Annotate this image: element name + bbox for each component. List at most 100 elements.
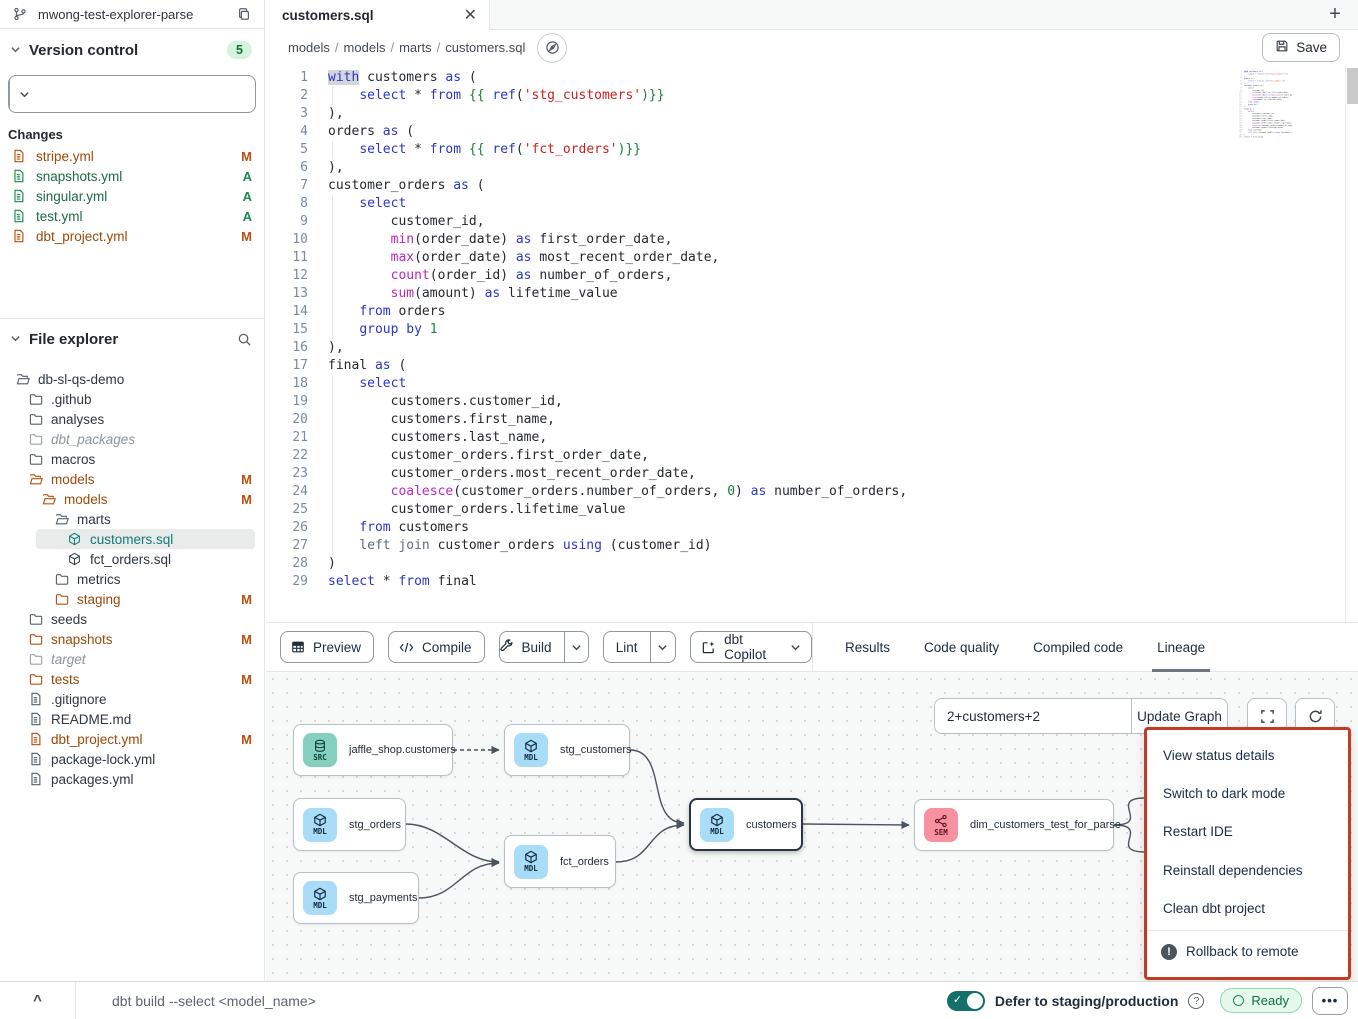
breadcrumb-segment[interactable]: customers.sql [445,40,525,55]
tree-item-models[interactable]: modelsM [0,469,264,489]
tree-item-db-sl-qs-demo[interactable]: db-sl-qs-demo [0,369,264,389]
tree-item-dbt-packages[interactable]: dbt_packages [0,429,264,449]
tree-item-marts[interactable]: marts [0,509,264,529]
breadcrumb-segment[interactable]: models [344,40,386,55]
panel-tab-code-quality[interactable]: Code quality [922,622,1001,672]
tree-item-snapshots[interactable]: snapshotsM [0,629,264,649]
command-input[interactable]: dbt build --select <model_name> [112,993,947,1009]
status-bar-right: ✓ Defer to staging/production ? Ready ••… [947,987,1358,1015]
preview-button[interactable]: Preview [280,631,374,663]
menu-item-reinstall-dependencies[interactable]: Reinstall dependencies [1147,851,1348,889]
menu-item-switch-to-dark-mode[interactable]: Switch to dark mode [1147,774,1348,812]
tree-item-readme-md[interactable]: README.md [0,709,264,729]
tree-item-models[interactable]: modelsM [0,489,264,509]
scrollbar-thumb[interactable] [1347,68,1358,104]
commit-options-caret[interactable] [9,76,39,112]
lint-options-caret[interactable] [650,632,676,662]
changed-file-name: snapshots.yml [36,169,122,184]
build-button[interactable]: Build [500,632,564,662]
changed-file-row[interactable]: snapshots.ymlA [0,166,264,186]
tree-item-customers-sql[interactable]: customers.sql [36,529,255,549]
tree-item-dbt-project-yml[interactable]: dbt_project.ymlM [0,729,264,749]
new-tab-button[interactable]: + [1312,0,1358,29]
tree-item-label: .github [51,392,92,407]
tab-customers-sql[interactable]: customers.sql ✕ [266,0,490,30]
tab-title: customers.sql [282,8,374,23]
line-number: 24 [266,483,308,501]
tree-item-analyses[interactable]: analyses [0,409,264,429]
changed-file-row[interactable]: dbt_project.ymlM [0,226,264,246]
sidebar: mwong-test-explorer-parse Version contro… [0,0,265,981]
help-icon[interactable]: ? [1188,993,1204,1009]
tree-item-label: fct_orders.sql [90,552,171,567]
file-explorer-title: File explorer [29,331,118,348]
tree-item-packages-yml[interactable]: packages.yml [0,769,264,789]
lineage-node-dim-customers-test-for-parse[interactable]: SEMdim_customers_test_for_parse [914,799,1114,851]
changed-file-name: stripe.yml [36,149,94,164]
tree-item--gitignore[interactable]: .gitignore [0,689,264,709]
changed-file-row[interactable]: stripe.ymlM [0,146,264,166]
panel-tab-lineage[interactable]: Lineage [1155,622,1207,672]
lint-button[interactable]: Lint [604,632,650,662]
folder-open-icon [42,493,57,505]
menu-item-view-status-details[interactable]: View status details [1147,736,1348,774]
line-number: 25 [266,501,308,519]
code-editor[interactable]: 1with customers as (2 select * from {{ r… [266,65,1358,622]
breadcrumb-segment[interactable]: models [288,40,330,55]
dbt-copilot-button[interactable]: dbt Copilot [690,631,812,663]
folder-icon [55,593,70,605]
lineage-panel[interactable]: SRCjaffle_shop.customers MDLstg_customers… [266,672,1358,981]
tree-item-fct-orders-sql[interactable]: fct_orders.sql [0,549,264,569]
tree-item-seeds[interactable]: seeds [0,609,264,629]
changed-file-row[interactable]: singular.ymlA [0,186,264,206]
close-tab-icon[interactable]: ✕ [464,5,477,25]
branch-name: mwong-test-explorer-parse [38,7,234,22]
save-button[interactable]: Save [1262,33,1340,62]
tree-item-macros[interactable]: macros [0,449,264,469]
model-icon: MDL [514,733,548,767]
tree-item-metrics[interactable]: metrics [0,569,264,589]
line-number: 19 [266,393,308,411]
tree-item-package-lock-yml[interactable]: package-lock.yml [0,749,264,769]
lineage-node-stg-customers[interactable]: MDLstg_customers [504,724,630,776]
tree-item-tests[interactable]: testsM [0,669,264,689]
lineage-node-customers[interactable]: MDLcustomers [689,798,803,851]
chevron-down-icon [10,331,21,348]
breadcrumb-separator: / [330,40,344,55]
minimap[interactable]: 1with customers as (2 select * from {{ r… [1236,70,1292,210]
minimap-content: 1with customers as (2 select * from {{ r… [1236,70,1292,138]
more-options-button[interactable]: ••• [1312,987,1348,1015]
status-circle-icon [1233,995,1244,1006]
panel-tab-results[interactable]: Results [843,622,892,672]
changes-label: Changes [0,113,264,146]
build-options-caret[interactable] [564,632,588,662]
search-icon[interactable] [234,329,254,349]
lineage-node-stg-orders[interactable]: MDLstg_orders [293,798,406,851]
compile-button[interactable]: Compile [388,631,485,663]
tree-item-staging[interactable]: stagingM [0,589,264,609]
file-icon [8,206,28,226]
editor-scrollbar[interactable] [1345,65,1358,622]
branch-row: mwong-test-explorer-parse [0,0,264,29]
menu-item-restart-ide[interactable]: Restart IDE [1147,813,1348,851]
lineage-filter-input[interactable]: 2+customers+2 [935,699,1131,733]
parse-status-button[interactable] [537,33,567,63]
panel-tab-compiled-code[interactable]: Compiled code [1031,622,1125,672]
changed-file-row[interactable]: test.ymlA [0,206,264,226]
check-icon: ✓ [953,993,962,1006]
line-number: 17 [266,357,308,375]
version-control-header[interactable]: Version control 5 [0,29,264,67]
menu-item-clean-dbt-project[interactable]: Clean dbt project [1147,889,1348,927]
file-explorer-header[interactable]: File explorer [0,319,264,357]
tree-item-label: packages.yml [51,772,134,787]
lineage-node-stg-payments[interactable]: MDLstg_payments [293,872,419,924]
tree-item-target[interactable]: target [0,649,264,669]
defer-toggle[interactable]: ✓ [947,991,985,1011]
lineage-node-fct-orders[interactable]: MDLfct_orders [504,835,616,888]
tree-item--github[interactable]: .github [0,389,264,409]
breadcrumb-segment[interactable]: marts [399,40,432,55]
copy-icon[interactable] [234,4,254,24]
lineage-node-jaffle-shop-customers[interactable]: SRCjaffle_shop.customers [293,724,453,776]
menu-item-rollback-to-remote[interactable]: !Rollback to remote [1147,933,1348,971]
command-bar-expander[interactable]: ^ [0,982,76,1019]
